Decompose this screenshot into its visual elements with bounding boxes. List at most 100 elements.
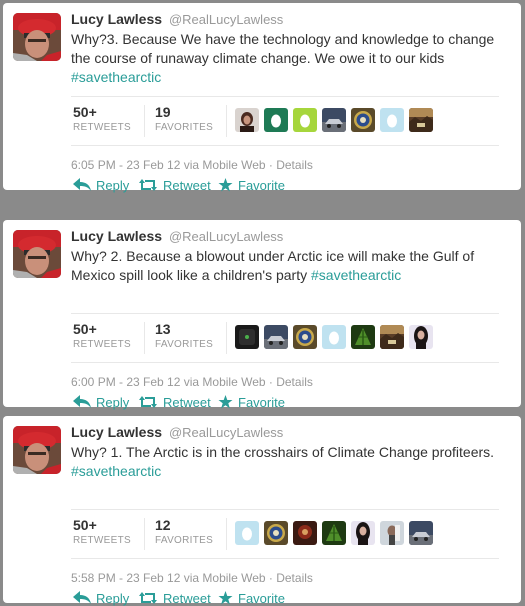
favoriter-avatar[interactable] <box>293 521 317 545</box>
retweet-button[interactable]: Retweet <box>138 394 211 410</box>
reply-label: Reply <box>96 394 130 410</box>
favorite-count-label: FAVORITES <box>155 122 214 133</box>
favoriter-avatar[interactable] <box>293 108 317 132</box>
favorite-count-value: 12 <box>155 517 171 533</box>
favorite-button[interactable]: Favorite <box>218 394 285 410</box>
favoriter-avatar[interactable] <box>322 521 346 545</box>
divider <box>144 322 145 354</box>
favorite-count-label: FAVORITES <box>155 339 214 350</box>
tweet-stats: 50+ RETWEETS 19 FAVORITES <box>71 96 499 146</box>
reply-button[interactable]: Reply <box>73 394 129 410</box>
favorite-count[interactable]: 13 FAVORITES <box>155 320 213 352</box>
timestamp[interactable]: 6:05 PM - 23 Feb 12 via Mobile Web <box>71 158 266 172</box>
retweet-count-label: RETWEETS <box>73 535 131 546</box>
star-icon <box>218 394 233 408</box>
favoriter-avatar[interactable] <box>351 521 375 545</box>
tweet-body: Why? 2. Because a blowout under Arctic i… <box>71 248 475 283</box>
timestamp[interactable]: 5:58 PM - 23 Feb 12 via Mobile Web <box>71 571 266 585</box>
favorite-count-label: FAVORITES <box>155 535 214 546</box>
retweet-count[interactable]: 50+ RETWEETS <box>73 103 131 135</box>
retweet-count-label: RETWEETS <box>73 122 131 133</box>
favoriter-avatar[interactable] <box>235 108 259 132</box>
tweet-meta: 6:05 PM - 23 Feb 12 via Mobile Web · Det… <box>71 158 313 172</box>
retweet-label: Retweet <box>163 394 211 410</box>
tweet-meta: 6:00 PM - 23 Feb 12 via Mobile Web · Det… <box>71 375 313 389</box>
tweet-text: Why?3. Because We have the technology an… <box>71 30 501 87</box>
favoriter-avatar[interactable] <box>380 521 404 545</box>
retweet-label: Retweet <box>163 590 211 606</box>
retweet-icon <box>139 592 157 604</box>
details-link[interactable]: Details <box>276 571 313 585</box>
favorite-count-value: 19 <box>155 104 171 120</box>
tweet-meta: 5:58 PM - 23 Feb 12 via Mobile Web · Det… <box>71 571 313 585</box>
favoriter-avatar[interactable] <box>235 325 259 349</box>
author-name[interactable]: Lucy Lawless <box>71 424 162 440</box>
divider <box>144 518 145 550</box>
reply-icon <box>73 178 91 191</box>
hashtag-link[interactable]: #savethearctic <box>71 463 161 479</box>
favorite-label: Favorite <box>238 177 285 193</box>
favoriter-avatar[interactable] <box>264 108 288 132</box>
favorite-label: Favorite <box>238 394 285 410</box>
favorite-button[interactable]: Favorite <box>218 177 285 193</box>
tweet-stats: 50+ RETWEETS 13 FAVORITES <box>71 313 499 363</box>
reply-icon <box>73 591 91 604</box>
star-icon <box>218 590 233 604</box>
reply-button[interactable]: Reply <box>73 177 129 193</box>
favoriter-avatar[interactable] <box>322 325 346 349</box>
tweet-card-1: Lucy Lawless @RealLucyLawless Why?3. Bec… <box>3 3 521 193</box>
favorite-button[interactable]: Favorite <box>218 590 285 606</box>
favoriter-avatar[interactable] <box>409 521 433 545</box>
retweet-count[interactable]: 50+ RETWEETS <box>73 320 131 352</box>
retweet-button[interactable]: Retweet <box>138 590 211 606</box>
retweet-icon <box>139 396 157 408</box>
favoriter-avatar[interactable] <box>264 521 288 545</box>
details-link[interactable]: Details <box>276 375 313 389</box>
tweet-card-3: Lucy Lawless @RealLucyLawless Why? 1. Th… <box>3 416 521 606</box>
favoriter-avatar[interactable] <box>380 108 404 132</box>
favoriter-avatar[interactable] <box>409 108 433 132</box>
hashtag-link[interactable]: #savethearctic <box>311 267 401 283</box>
retweet-icon <box>139 179 157 191</box>
tweet-stats: 50+ RETWEETS 12 FAVORITES <box>71 509 499 559</box>
favoriter-avatar[interactable] <box>380 325 404 349</box>
favoriter-avatar[interactable] <box>409 325 433 349</box>
retweet-count[interactable]: 50+ RETWEETS <box>73 516 131 548</box>
tweet-body: Why?3. Because We have the technology an… <box>71 31 495 66</box>
author-handle[interactable]: @RealLucyLawless <box>169 425 283 440</box>
divider <box>226 518 227 550</box>
tweet-card-2: Lucy Lawless @RealLucyLawless Why? 2. Be… <box>3 220 521 410</box>
avatar[interactable] <box>13 13 61 61</box>
author-handle[interactable]: @RealLucyLawless <box>169 229 283 244</box>
author-handle[interactable]: @RealLucyLawless <box>169 12 283 27</box>
divider <box>226 322 227 354</box>
tweet-header: Lucy Lawless @RealLucyLawless <box>71 228 283 244</box>
favorite-count[interactable]: 12 FAVORITES <box>155 516 213 548</box>
author-name[interactable]: Lucy Lawless <box>71 228 162 244</box>
favorite-count-value: 13 <box>155 321 171 337</box>
favoriter-avatar[interactable] <box>351 108 375 132</box>
favorite-label: Favorite <box>238 590 285 606</box>
timestamp[interactable]: 6:00 PM - 23 Feb 12 via Mobile Web <box>71 375 266 389</box>
favoriter-avatar[interactable] <box>322 108 346 132</box>
retweet-count-label: RETWEETS <box>73 339 131 350</box>
retweet-button[interactable]: Retweet <box>138 177 211 193</box>
favorite-count[interactable]: 19 FAVORITES <box>155 103 213 135</box>
star-icon <box>218 177 233 191</box>
details-link[interactable]: Details <box>276 158 313 172</box>
favoriter-avatar[interactable] <box>351 325 375 349</box>
divider <box>226 105 227 137</box>
author-name[interactable]: Lucy Lawless <box>71 11 162 27</box>
avatar[interactable] <box>13 230 61 278</box>
avatar[interactable] <box>13 426 61 474</box>
hashtag-link[interactable]: #savethearctic <box>71 69 161 85</box>
retweet-count-value: 50+ <box>73 104 97 120</box>
reply-button[interactable]: Reply <box>73 590 129 606</box>
retweet-count-value: 50+ <box>73 321 97 337</box>
reply-label: Reply <box>96 590 130 606</box>
favoriter-avatar[interactable] <box>264 325 288 349</box>
tweet-header: Lucy Lawless @RealLucyLawless <box>71 11 283 27</box>
retweet-count-value: 50+ <box>73 517 97 533</box>
favoriter-avatar[interactable] <box>235 521 259 545</box>
favoriter-avatar[interactable] <box>293 325 317 349</box>
